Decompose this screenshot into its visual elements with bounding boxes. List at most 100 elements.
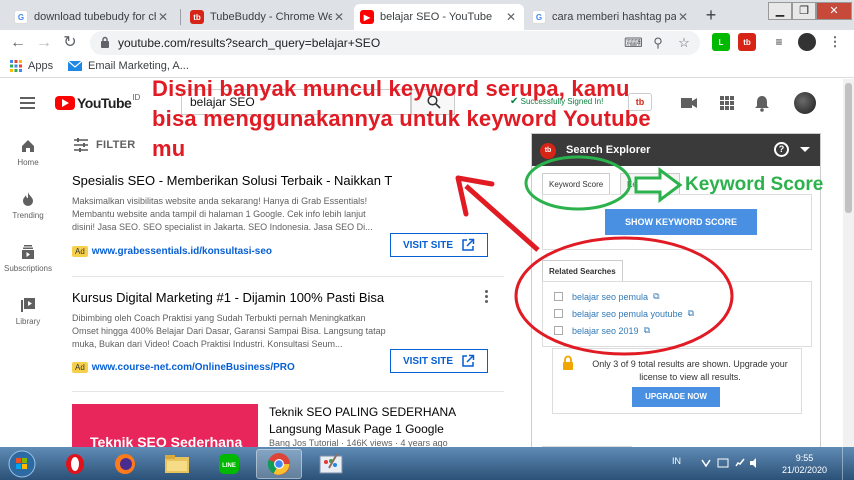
email-icon: [68, 61, 82, 71]
taskbar-opera[interactable]: [52, 449, 98, 479]
vertical-scrollbar[interactable]: [843, 79, 854, 447]
external-link-icon[interactable]: ⧉: [653, 291, 659, 302]
minimize-button[interactable]: ▁: [768, 2, 792, 20]
related-search-link[interactable]: belajar seo pemula: [572, 292, 648, 302]
bookmark-apps[interactable]: Apps: [10, 60, 53, 72]
tray-icons[interactable]: [700, 457, 760, 469]
home-icon: [22, 140, 34, 152]
filter-sliders-icon: [74, 138, 88, 152]
line-extension-icon[interactable]: L: [712, 33, 730, 51]
restore-button[interactable]: ❐: [792, 2, 816, 20]
taskbar-firefox[interactable]: [102, 449, 148, 479]
external-link-icon[interactable]: ⧉: [644, 325, 650, 336]
hamburger-menu-icon[interactable]: [0, 79, 50, 127]
related-search-link[interactable]: belajar seo pemula youtube: [572, 309, 683, 319]
close-window-button[interactable]: ✕: [816, 2, 852, 20]
visit-site-label: VISIT SITE: [402, 355, 453, 367]
close-icon[interactable]: ✕: [504, 10, 518, 24]
bookmark-star-icon[interactable]: ☆: [676, 35, 692, 51]
browser-tab-strip: G download tubebudy for chrome ✕ tb Tube…: [0, 0, 854, 30]
related-search-link[interactable]: belajar seo 2019: [572, 326, 639, 336]
avatar[interactable]: [794, 92, 816, 114]
guide-home[interactable]: Home: [0, 138, 56, 167]
upgrade-now-button[interactable]: UPGRADE NOW: [632, 387, 720, 407]
windows-start-orb-icon: [8, 450, 36, 478]
apps-icon[interactable]: [717, 93, 737, 113]
svg-text:LINE: LINE: [222, 463, 236, 469]
tab-title: TubeBuddy - Chrome Web Store: [210, 11, 332, 23]
forward-button[interactable]: →: [34, 33, 54, 53]
opera-icon: [66, 454, 84, 474]
filter-label: FILTER: [96, 139, 136, 151]
taskbar-file-explorer[interactable]: [154, 449, 200, 479]
video-thumbnail[interactable]: Teknik SEO Sederhana: [72, 404, 258, 450]
tab-youtube-belajar-seo[interactable]: ▶ belajar SEO - YouTube ✕: [354, 4, 524, 30]
ad-title[interactable]: Spesialis SEO - Memberikan Solusi Terbai…: [72, 173, 392, 188]
system-clock[interactable]: 9:55 21/02/2020: [782, 452, 827, 476]
filter-button[interactable]: FILTER: [73, 138, 135, 152]
guide-subscriptions[interactable]: Subscriptions: [0, 244, 56, 273]
checkbox[interactable]: [554, 309, 563, 318]
related-search-item[interactable]: belajar seo pemula youtube ⧉: [554, 308, 694, 319]
guide-label: Subscriptions: [3, 264, 53, 273]
start-button[interactable]: [2, 449, 42, 479]
close-icon[interactable]: ✕: [332, 10, 346, 24]
taskbar-chrome[interactable]: [256, 449, 302, 479]
create-video-icon[interactable]: [679, 93, 699, 113]
taskbar-line[interactable]: LINE: [206, 449, 252, 479]
guide-label: Library: [15, 317, 41, 326]
red-arrow-head: [455, 175, 495, 217]
tray-language[interactable]: IN: [672, 456, 681, 466]
chevron-down-icon[interactable]: [800, 147, 810, 152]
tab-keyword-stats[interactable]: Keyword Stats: [620, 173, 680, 195]
more-options-icon[interactable]: [485, 290, 489, 305]
related-search-item[interactable]: belajar seo pemula ⧉: [554, 291, 660, 302]
checkbox[interactable]: [554, 326, 563, 335]
tab-separator: [180, 9, 181, 25]
windows-taskbar: LINE IN 9:55 21/02/2020: [0, 447, 854, 480]
external-link-icon[interactable]: ⧉: [688, 308, 694, 319]
notifications-bell-icon[interactable]: [752, 93, 772, 113]
youtube-logo[interactable]: YouTube ID: [55, 93, 140, 111]
tubebuddy-extension-icon[interactable]: tb: [738, 33, 756, 51]
related-search-item[interactable]: belajar seo 2019 ⧉: [554, 325, 650, 336]
video-title[interactable]: Teknik SEO PALING SEDERHANA Langsung Mas…: [269, 404, 499, 438]
tab-download-tubebuddy[interactable]: G download tubebudy for chrome ✕: [8, 4, 176, 30]
divider: [72, 391, 504, 392]
keyword-score-annotation: Keyword Score: [685, 174, 824, 195]
visit-site-button[interactable]: VISIT SITE: [390, 349, 488, 373]
translate-icon[interactable]: ⌨: [624, 35, 643, 51]
guide-library[interactable]: Library: [0, 297, 56, 326]
back-button[interactable]: ←: [8, 33, 28, 53]
show-desktop-button[interactable]: [842, 447, 854, 480]
youtube-play-icon: [55, 96, 75, 110]
checkbox[interactable]: [554, 292, 563, 301]
ad-title[interactable]: Kursus Digital Marketing #1 - Dijamin 10…: [72, 290, 392, 305]
ad-url[interactable]: www.grabessentials.id/konsultasi-seo: [92, 246, 272, 257]
guide-trending[interactable]: Trending: [0, 191, 56, 220]
scrollbar-thumb[interactable]: [845, 83, 852, 213]
close-icon[interactable]: ✕: [156, 10, 170, 24]
taskbar-paint[interactable]: [308, 449, 354, 479]
address-bar[interactable]: youtube.com/results?search_query=belajar…: [90, 31, 700, 55]
show-keyword-score-button[interactable]: SHOW KEYWORD SCORE: [605, 209, 757, 235]
visit-site-label: VISIT SITE: [402, 239, 453, 251]
ad-url[interactable]: www.course-net.com/OnlineBusiness/PRO: [92, 362, 295, 373]
ad-description: Maksimalkan visibilitas website anda sek…: [72, 196, 373, 232]
subscriptions-icon: [22, 245, 34, 259]
clock-date: 21/02/2020: [782, 465, 828, 475]
media-icon[interactable]: ≡: [770, 33, 788, 51]
help-icon[interactable]: ?: [774, 142, 789, 157]
reload-button[interactable]: ↻: [60, 33, 80, 53]
search-icon[interactable]: ⚲: [650, 35, 666, 51]
new-tab-button[interactable]: +: [700, 4, 722, 26]
tab-hashtag[interactable]: G cara memberi hashtag pada video ✕: [526, 4, 696, 30]
browser-toolbar: ← → ↻ youtube.com/results?search_query=b…: [0, 30, 854, 56]
tab-tubebuddy-store[interactable]: tb TubeBuddy - Chrome Web Store ✕: [184, 4, 352, 30]
bookmark-email-marketing[interactable]: Email Marketing, A...: [68, 60, 189, 72]
chrome-menu-icon[interactable]: ⋮: [826, 33, 844, 51]
visit-site-button[interactable]: VISIT SITE: [390, 233, 488, 257]
profile-avatar[interactable]: [798, 33, 816, 51]
tab-keyword-score[interactable]: Keyword Score: [542, 173, 611, 195]
close-icon[interactable]: ✕: [676, 10, 690, 24]
